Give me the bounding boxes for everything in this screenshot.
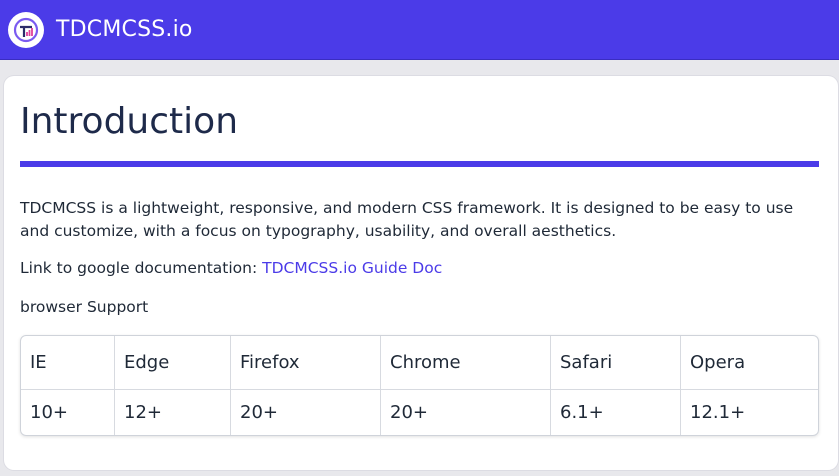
intro-paragraph: TDCMCSS is a lightweight, responsive, an… bbox=[20, 199, 794, 240]
guide-doc-link[interactable]: TDCMCSS.io Guide Doc bbox=[262, 259, 442, 277]
cell-opera-version: 12.1+ bbox=[690, 402, 746, 423]
content-card: Introduction TDCMCSS is a lightweight, r… bbox=[4, 76, 838, 470]
browser-support-label: browser Support bbox=[20, 298, 149, 316]
column-header-safari: Safari bbox=[551, 336, 681, 390]
cell-chrome-version: 20+ bbox=[381, 390, 551, 435]
browser-support-table: IE Edge Firefox Chrome Safari Opera 10+ … bbox=[20, 335, 819, 436]
column-header-firefox: Firefox bbox=[231, 336, 381, 390]
tdcmcss-logo-icon[interactable] bbox=[8, 11, 44, 48]
column-header-edge: Edge bbox=[115, 336, 231, 390]
page-title: Introduction bbox=[20, 101, 239, 142]
column-header-chrome: Chrome bbox=[381, 336, 551, 390]
cell-edge-version: 12+ bbox=[115, 390, 231, 435]
table-row: 10+ 12+ 20+ 20+ 6.1+ 12.1+ bbox=[21, 390, 818, 435]
cell-safari-version: 6.1+ bbox=[551, 390, 681, 435]
title-underline bbox=[20, 161, 819, 167]
documentation-line: Link to google documentation: TDCMCSS.io… bbox=[20, 257, 810, 280]
top-navbar: TDCMCSS.io bbox=[0, 0, 839, 60]
cell-firefox-version: 20+ bbox=[231, 390, 381, 435]
column-header-ie: IE bbox=[21, 336, 115, 390]
documentation-label: Link to google documentation: bbox=[20, 259, 263, 277]
column-header-opera: Opera bbox=[681, 336, 818, 390]
cell-ie-version: 10+ bbox=[21, 390, 115, 435]
brand-title[interactable]: TDCMCSS.io bbox=[56, 17, 193, 42]
table-header-row: IE Edge Firefox Chrome Safari Opera bbox=[21, 336, 818, 390]
